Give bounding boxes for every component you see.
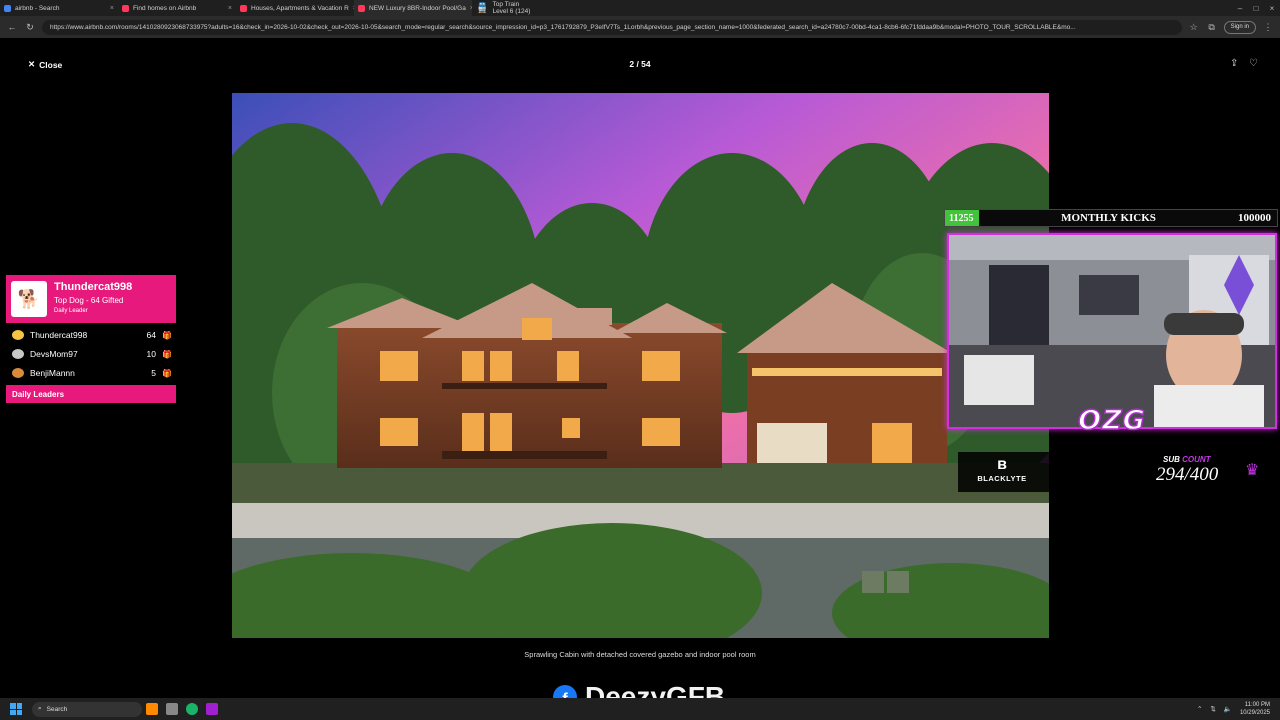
- browser-tab-bar: airbnb - Search × Find homes on Airbnb ×…: [0, 0, 1280, 16]
- sub-label-b: COUNT: [1182, 455, 1211, 464]
- url-text: https://www.airbnb.com/rooms/14102809230…: [50, 23, 1076, 31]
- network-icon[interactable]: ⇅: [1210, 705, 1215, 713]
- search-icon: ⌕: [38, 705, 42, 712]
- clock-date: 10/29/2025: [1239, 710, 1270, 716]
- webcam-feed: [947, 233, 1277, 429]
- gold-medal-icon: [12, 330, 24, 340]
- sub-count-label: SUB COUNT: [1163, 455, 1211, 464]
- browser-tab[interactable]: Find homes on Airbnb ×: [118, 0, 236, 16]
- volume-icon[interactable]: 🔈: [1224, 705, 1232, 713]
- airbnb-favicon-icon: [358, 4, 365, 12]
- leader-name: Thundercat998: [30, 330, 88, 340]
- blacklyte-label: BLACKLYTE: [977, 474, 1027, 483]
- clock-time: 11:00 PM: [1244, 702, 1270, 708]
- airbnb-favicon-icon: [122, 4, 129, 12]
- close-label: Close: [39, 59, 63, 70]
- file-explorer-icon[interactable]: [166, 703, 178, 715]
- leader-count: 5: [151, 368, 156, 378]
- cabin-photo-image: [232, 93, 1049, 638]
- top-gifter-name: Thundercat998: [54, 281, 133, 293]
- sub-count-panel: ʙ BLACKLYTE SUB COUNT 294/400 ♛: [958, 452, 1274, 492]
- tab-close-icon[interactable]: ×: [110, 5, 114, 12]
- daily-leaders-footer: Daily Leaders: [6, 385, 176, 403]
- browser-app-icon[interactable]: [186, 703, 198, 715]
- tab-favicon-icon: [4, 4, 11, 12]
- window-close-icon[interactable]: ×: [1264, 4, 1280, 13]
- minimize-icon[interactable]: –: [1232, 4, 1248, 13]
- leaderboard-row: DevsMom97 10 🎁: [12, 346, 172, 362]
- leaderboard-row: Thundercat998 64 🎁: [12, 327, 172, 343]
- leaderboard-row: BenjiMannn 5 🎁: [12, 365, 172, 381]
- top-gifter-subtitle: Top Dog - 64 Gifted: [54, 296, 124, 305]
- photo-caption: Sprawling Cabin with detached covered ga…: [524, 650, 756, 659]
- tab-label: airbnb - Search: [15, 4, 60, 12]
- tab-label: Top Train: [492, 1, 520, 8]
- leader-count: 10: [146, 349, 156, 359]
- url-field[interactable]: https://www.airbnb.com/rooms/14102809230…: [42, 19, 1182, 35]
- sub-label-a: SUB: [1163, 455, 1180, 464]
- reload-icon[interactable]: ↻: [24, 22, 36, 33]
- photo-counter: 2 / 54: [629, 59, 651, 69]
- blacklyte-logo: ʙ BLACKLYTE: [972, 456, 1032, 488]
- back-icon[interactable]: ←: [6, 22, 18, 32]
- silver-medal-icon: [12, 349, 24, 359]
- gift-icon: 🎁: [162, 330, 172, 340]
- dog-avatar-icon: 🐕: [11, 281, 47, 317]
- system-tray: ⌃ ⇅ 🔈 11:00 PM 10/29/2025: [1197, 701, 1280, 717]
- leader-name: DevsMom97: [30, 349, 78, 359]
- browser-tab-active[interactable]: NEW Luxury 8BR-Indoor Pool/Ga ×: [354, 0, 472, 16]
- top-gifter-card: 🐕 Thundercat998 Top Dog - 64 Gifted Dail…: [6, 275, 176, 323]
- blacklyte-b-icon: ʙ: [997, 456, 1007, 473]
- monthly-kicks-bar: 11255 MONTHLY KICKS 100000: [944, 209, 1278, 227]
- tab-close-icon[interactable]: ×: [228, 5, 232, 12]
- sub-count-value: 294/400: [1156, 464, 1219, 485]
- share-icon[interactable]: ⇪: [1230, 58, 1238, 69]
- windows-taskbar: ⌕ Search ⌃ ⇅ 🔈 11:00 PM 10/29/2025: [0, 698, 1280, 720]
- tab-label: Find homes on Airbnb: [133, 4, 197, 12]
- browser-tab[interactable]: Houses, Apartments & Vacation R ×: [236, 0, 354, 16]
- leader-name: BenjiMannn: [30, 368, 75, 378]
- heart-icon[interactable]: ♡: [1249, 58, 1258, 69]
- stream-app-icon[interactable]: [206, 703, 218, 715]
- tab-label: NEW Luxury 8BR-Indoor Pool/Ga: [369, 4, 466, 12]
- listing-photo[interactable]: [232, 93, 1049, 638]
- chevron-up-icon[interactable]: ⌃: [1197, 705, 1202, 713]
- kicks-title: MONTHLY KICKS: [1061, 212, 1156, 224]
- gift-icon: 🎁: [162, 368, 172, 378]
- menu-icon[interactable]: ⋮: [1262, 22, 1274, 33]
- bookmark-star-icon[interactable]: ☆: [1188, 22, 1200, 33]
- close-button[interactable]: ✕ Close: [28, 59, 62, 70]
- airbnb-favicon-icon: [240, 4, 247, 12]
- top-gifter-tag: Daily Leader: [54, 308, 88, 314]
- tab-label: Houses, Apartments & Vacation R: [251, 4, 349, 12]
- extensions-icon[interactable]: ⧉: [1206, 22, 1218, 33]
- crown-icon: ♛: [1245, 462, 1260, 479]
- ozg-logo: OZG: [1077, 404, 1146, 437]
- browser-tab[interactable]: 🚆 Top Train Level 6 (124): [472, 0, 590, 16]
- bronze-medal-icon: [12, 368, 24, 378]
- leader-count: 64: [146, 330, 156, 340]
- maximize-icon[interactable]: □: [1248, 4, 1264, 13]
- taskbar-clock[interactable]: 11:00 PM 10/29/2025: [1240, 701, 1270, 717]
- windows-start-icon[interactable]: [10, 703, 22, 715]
- taskbar-app-icon[interactable]: [146, 703, 158, 715]
- browser-tab[interactable]: airbnb - Search ×: [0, 0, 118, 16]
- address-bar-row: ← ↻ https://www.airbnb.com/rooms/1410280…: [0, 16, 1280, 38]
- taskbar-search[interactable]: ⌕ Search: [32, 701, 142, 717]
- tab-sublabel: Level 6 (124): [492, 8, 531, 15]
- streamer-webcam-image: [949, 235, 1275, 427]
- close-icon: ✕: [28, 59, 36, 69]
- kicks-progress-fill: 11255: [945, 210, 979, 226]
- leaderboard-overlay: 🐕 Thundercat998 Top Dog - 64 Gifted Dail…: [6, 275, 176, 403]
- kicks-goal: 100000: [1238, 212, 1271, 224]
- gift-icon: 🎁: [162, 349, 172, 359]
- taskbar-search-label: Search: [46, 705, 68, 713]
- sign-in-button[interactable]: Sign in: [1223, 20, 1256, 34]
- train-icon: 🚆: [476, 2, 489, 14]
